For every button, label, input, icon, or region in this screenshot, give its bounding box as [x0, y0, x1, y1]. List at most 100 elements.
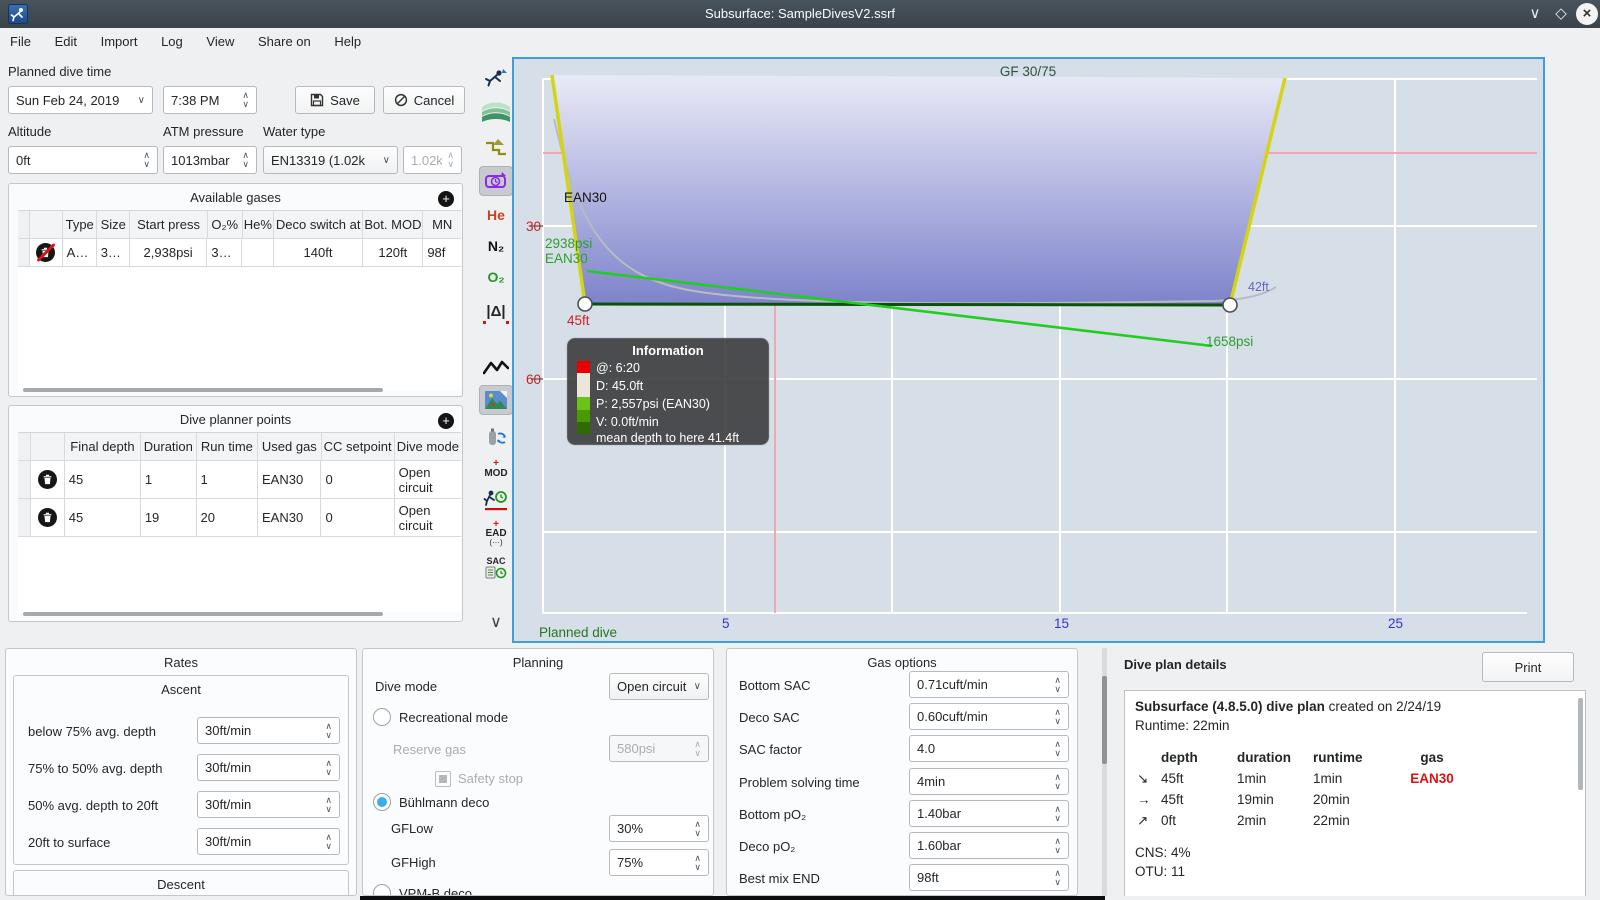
- col-bot-mod[interactable]: Bot. MOD: [363, 211, 424, 239]
- menu-help[interactable]: Help: [324, 28, 371, 49]
- sac-factor-spinbox[interactable]: 4.0 ∧ ∨: [909, 735, 1069, 762]
- menu-import[interactable]: Import: [91, 28, 148, 49]
- col-deco-switch[interactable]: Deco switch at: [273, 211, 364, 239]
- cell-used-gas[interactable]: EAN30: [258, 499, 322, 537]
- gfhigh-spinbox[interactable]: 75% ∧ ∨: [609, 849, 709, 876]
- deco-po2-spinbox[interactable]: 1.60bar ∧ ∨: [909, 832, 1069, 859]
- dive-mode-combo[interactable]: Open circuit ∨: [609, 673, 709, 700]
- menu-view[interactable]: View: [196, 28, 244, 49]
- problem-solving-time-spinbox[interactable]: 4min ∧ ∨: [909, 768, 1069, 795]
- menu-file[interactable]: File: [0, 28, 41, 49]
- mod-icon[interactable]: + MOD: [479, 454, 513, 484]
- vpmb-deco-radio[interactable]: [373, 884, 391, 895]
- vertical-scrollbar[interactable]: [1102, 676, 1107, 764]
- cell-he[interactable]: [242, 239, 274, 267]
- date-combo[interactable]: Sun Feb 24, 2019 ∨: [8, 86, 153, 114]
- col-o2[interactable]: O₂%: [207, 211, 243, 239]
- recreational-mode-radio[interactable]: [373, 708, 391, 726]
- gas-row[interactable]: A… 3… 2,938psi 3… 140ft 120ft 98f: [18, 239, 461, 267]
- water-type-combo[interactable]: EN13319 (1.02k ∨: [263, 146, 398, 174]
- pp-oxygen-icon[interactable]: O₂: [479, 262, 513, 292]
- time-spinbox[interactable]: 7:38 PM ∧ ∨: [163, 86, 257, 114]
- col-mnd[interactable]: MN: [423, 211, 462, 239]
- cell-duration[interactable]: 19: [140, 499, 197, 537]
- salinity-waves-icon[interactable]: [479, 97, 513, 127]
- add-point-button[interactable]: +: [438, 413, 454, 429]
- col-size[interactable]: Size: [97, 211, 131, 239]
- menu-edit[interactable]: Edit: [45, 28, 87, 49]
- cancel-button[interactable]: Cancel: [383, 86, 465, 114]
- toolbar-more-chevron-icon[interactable]: ∨: [479, 607, 513, 637]
- pp-helium-icon[interactable]: He: [479, 200, 513, 230]
- bottom-po2-spinbox[interactable]: 1.40bar ∧ ∨: [909, 800, 1069, 827]
- menu-share-on[interactable]: Share on: [248, 28, 321, 49]
- point-row[interactable]: 45 19 20 EAN30 0 Open circuit: [18, 499, 461, 537]
- cell-start-press[interactable]: 2,938psi: [129, 239, 208, 267]
- sac-icon[interactable]: SAC: [479, 552, 513, 582]
- cell-duration[interactable]: 1: [140, 461, 197, 499]
- save-button[interactable]: Save: [295, 86, 375, 114]
- best-mix-end-spinbox[interactable]: 98ft ∧ ∨: [909, 864, 1069, 891]
- spinner-buttons[interactable]: ∧ ∨: [237, 91, 249, 109]
- rate-spinbox[interactable]: 30ft/min ∧ ∨: [197, 754, 340, 781]
- col-type[interactable]: Type: [63, 211, 98, 239]
- cell-run-time[interactable]: 1: [196, 461, 259, 499]
- delete-gas-button[interactable]: [30, 239, 63, 267]
- bottom-sac-spinbox[interactable]: 0.71cuft/min ∧ ∨: [909, 671, 1069, 698]
- horizontal-scrollbar[interactable]: [23, 612, 383, 616]
- horizontal-scrollbar[interactable]: [23, 388, 383, 392]
- altitude-spinbox[interactable]: 0ft ∧ ∨: [8, 146, 158, 174]
- buhlmann-deco-radio[interactable]: [373, 793, 391, 811]
- gflow-spinbox[interactable]: 30% ∧ ∨: [609, 815, 709, 842]
- col-dive-mode[interactable]: Dive mode: [394, 433, 461, 461]
- col-cc-setpoint[interactable]: CC setpoint: [321, 433, 395, 461]
- col-final-depth[interactable]: Final depth: [64, 433, 141, 461]
- col-duration[interactable]: Duration: [140, 433, 197, 461]
- deco-sac-spinbox[interactable]: 0.60cuft/min ∧ ∨: [909, 703, 1069, 730]
- dive-mode-icon[interactable]: [479, 63, 513, 93]
- setpoint-icon[interactable]: [479, 166, 513, 196]
- heartrate-icon[interactable]: [479, 353, 513, 383]
- add-gas-button[interactable]: +: [438, 191, 454, 207]
- delete-point-button[interactable]: [30, 499, 65, 537]
- cell-deco-switch[interactable]: 140ft: [273, 239, 364, 267]
- point-row[interactable]: 45 1 1 EAN30 0 Open circuit: [18, 461, 461, 499]
- spinner-buttons[interactable]: ∧ ∨: [237, 151, 249, 169]
- pp-nitrogen-icon[interactable]: N₂: [479, 231, 513, 261]
- tissues-icon[interactable]: |Δ|: [479, 296, 513, 326]
- rate-spinbox[interactable]: 30ft/min ∧ ∨: [197, 828, 340, 855]
- col-start-press[interactable]: Start press: [130, 211, 208, 239]
- cell-cc-setpoint[interactable]: 0: [321, 461, 395, 499]
- cell-mnd[interactable]: 98f: [423, 239, 461, 267]
- ndl-icon[interactable]: [479, 485, 513, 515]
- delete-point-button[interactable]: [30, 461, 65, 499]
- print-button[interactable]: Print: [1482, 652, 1574, 682]
- col-he[interactable]: He%: [242, 211, 274, 239]
- close-button[interactable]: ×: [1576, 3, 1598, 25]
- dive-profile-chart[interactable]: GF 30/75 EAN30 2938psi EAN30 45ft 42ft 1…: [512, 57, 1545, 643]
- cell-dive-mode[interactable]: Open circuit: [394, 499, 461, 537]
- gas-change-icon[interactable]: [479, 422, 513, 452]
- minimize-button[interactable]: ∨: [1524, 3, 1546, 25]
- cell-final-depth[interactable]: 45: [64, 499, 141, 537]
- dive-handle[interactable]: [1222, 297, 1238, 313]
- cell-bot-mod[interactable]: 120ft: [363, 239, 424, 267]
- menu-log[interactable]: Log: [151, 28, 193, 49]
- spinner-buttons[interactable]: ∧ ∨: [138, 151, 150, 169]
- cell-size[interactable]: 3…: [96, 239, 130, 267]
- cell-cc-setpoint[interactable]: 0: [321, 499, 395, 537]
- cell-dive-mode[interactable]: Open circuit: [394, 461, 461, 499]
- cell-used-gas[interactable]: EAN30: [258, 461, 322, 499]
- ead-icon[interactable]: + EAD (···): [479, 518, 513, 548]
- atm-pressure-spinbox[interactable]: 1013mbar ∧ ∨: [163, 146, 257, 174]
- rate-spinbox[interactable]: 30ft/min ∧ ∨: [197, 791, 340, 818]
- cell-o2[interactable]: 3…: [207, 239, 243, 267]
- col-used-gas[interactable]: Used gas: [258, 433, 322, 461]
- ceiling-icon[interactable]: [479, 132, 513, 162]
- cell-final-depth[interactable]: 45: [64, 461, 141, 499]
- rate-spinbox[interactable]: 30ft/min ∧ ∨: [197, 717, 340, 744]
- maximize-button[interactable]: ◇: [1550, 3, 1572, 25]
- details-vertical-scrollbar[interactable]: [1578, 698, 1583, 790]
- cell-type[interactable]: A…: [62, 239, 97, 267]
- cell-run-time[interactable]: 20: [196, 499, 259, 537]
